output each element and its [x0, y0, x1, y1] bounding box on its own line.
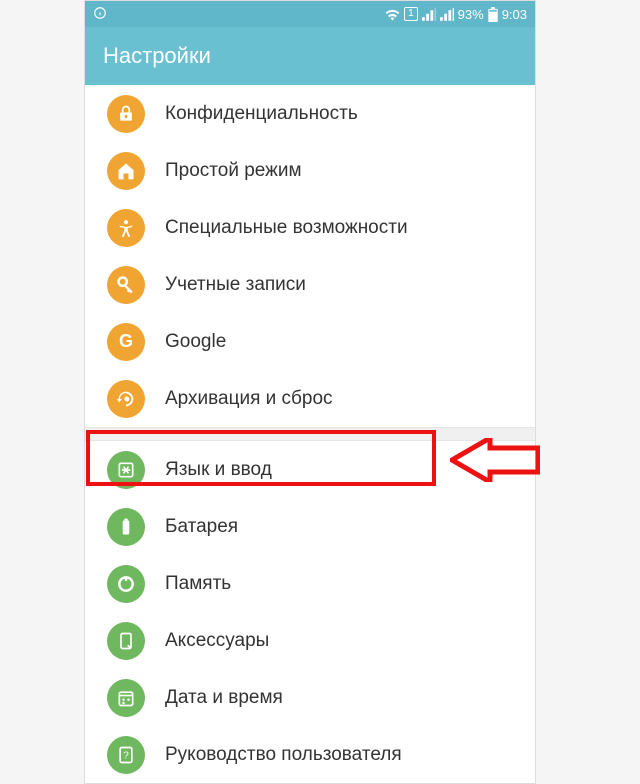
key-icon — [107, 266, 145, 304]
battery-pct: 93% — [458, 7, 484, 22]
settings-item-privacy[interactable]: Конфиденциальность — [85, 85, 535, 142]
settings-item-label: Память — [165, 573, 231, 595]
backup-icon — [107, 380, 145, 418]
settings-item-label: Батарея — [165, 516, 238, 538]
group-divider — [85, 427, 535, 441]
settings-item-label: Язык и ввод — [165, 459, 272, 481]
settings-item-user-guide[interactable]: ? Руководство пользователя — [85, 726, 535, 783]
settings-item-label: Google — [165, 331, 226, 353]
battery-icon — [107, 508, 145, 546]
page-title: Настройки — [103, 43, 211, 69]
language-icon — [107, 451, 145, 489]
settings-item-battery[interactable]: Батарея — [85, 498, 535, 555]
accessories-icon — [107, 622, 145, 660]
settings-item-label: Руководство пользователя — [165, 744, 402, 766]
settings-item-label: Специальные возможности — [165, 217, 408, 239]
svg-text:?: ? — [123, 750, 129, 761]
settings-item-date-time[interactable]: Дата и время — [85, 669, 535, 726]
accessibility-icon — [107, 209, 145, 247]
memory-icon — [107, 565, 145, 603]
settings-item-language-input[interactable]: Язык и ввод — [85, 441, 535, 498]
settings-item-label: Простой режим — [165, 160, 302, 182]
settings-item-label: Конфиденциальность — [165, 103, 358, 125]
title-bar: Настройки — [85, 27, 535, 85]
home-icon — [107, 152, 145, 190]
settings-item-label: Дата и время — [165, 687, 283, 709]
settings-item-backup-reset[interactable]: Архивация и сброс — [85, 370, 535, 427]
phone-frame: 1 93% 9:03 Настройки Конфиденциальность — [84, 0, 536, 784]
google-icon: G — [107, 323, 145, 361]
settings-item-accessories[interactable]: Аксессуары — [85, 612, 535, 669]
settings-item-easy-mode[interactable]: Простой режим — [85, 142, 535, 199]
settings-item-label: Аксессуары — [165, 630, 269, 652]
lock-icon — [107, 95, 145, 133]
settings-item-label: Учетные записи — [165, 274, 306, 296]
settings-item-google[interactable]: G Google — [85, 313, 535, 370]
settings-item-label: Архивация и сброс — [165, 388, 333, 410]
signal-icon — [422, 8, 436, 21]
settings-item-memory[interactable]: Память — [85, 555, 535, 612]
settings-list: Конфиденциальность Простой режим Специал… — [85, 85, 535, 783]
sim-icon: 1 — [404, 7, 418, 21]
wifi-icon — [385, 8, 400, 21]
status-bar: 1 93% 9:03 — [85, 1, 535, 27]
signal-icon-2 — [440, 8, 454, 21]
settings-item-accessibility[interactable]: Специальные возможности — [85, 199, 535, 256]
clock: 9:03 — [502, 7, 527, 22]
guide-icon: ? — [107, 736, 145, 774]
battery-icon — [488, 7, 498, 22]
settings-item-accounts[interactable]: Учетные записи — [85, 256, 535, 313]
calendar-icon — [107, 679, 145, 717]
info-icon — [93, 6, 107, 23]
